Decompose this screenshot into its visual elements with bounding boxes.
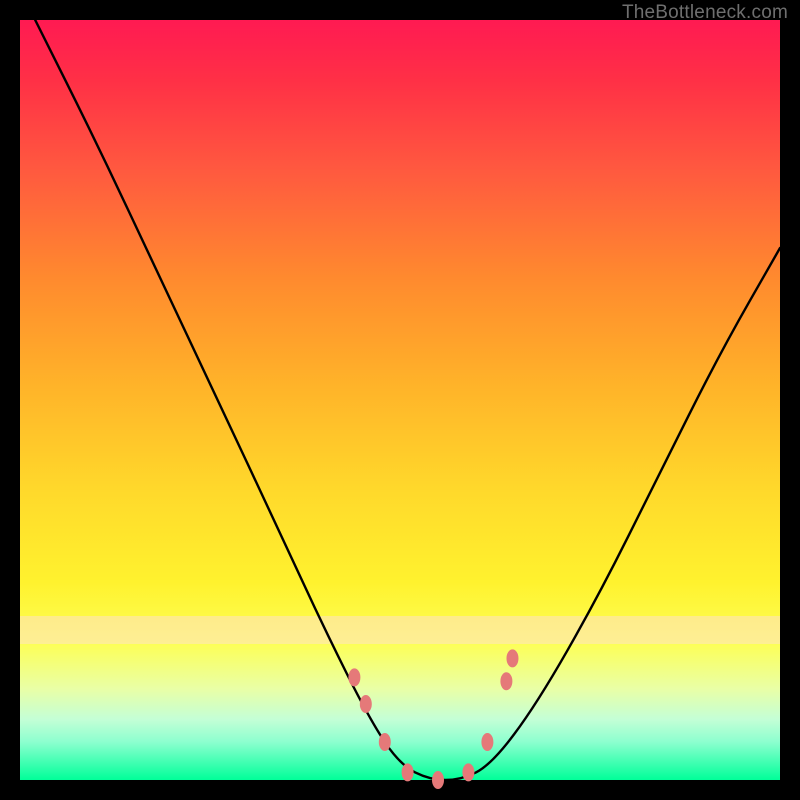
curve-marker xyxy=(462,763,474,781)
curve-marker xyxy=(481,733,493,751)
curve-marker xyxy=(348,668,360,686)
bottleneck-curve-path xyxy=(35,20,780,780)
marker-group xyxy=(348,649,518,789)
curve-marker xyxy=(402,763,414,781)
curve-marker xyxy=(360,695,372,713)
curve-marker xyxy=(500,672,512,690)
curve-svg xyxy=(20,20,780,780)
curve-marker xyxy=(379,733,391,751)
plot-area xyxy=(20,20,780,780)
curve-marker xyxy=(432,771,444,789)
chart-frame: TheBottleneck.com xyxy=(0,0,800,800)
curve-marker xyxy=(506,649,518,667)
